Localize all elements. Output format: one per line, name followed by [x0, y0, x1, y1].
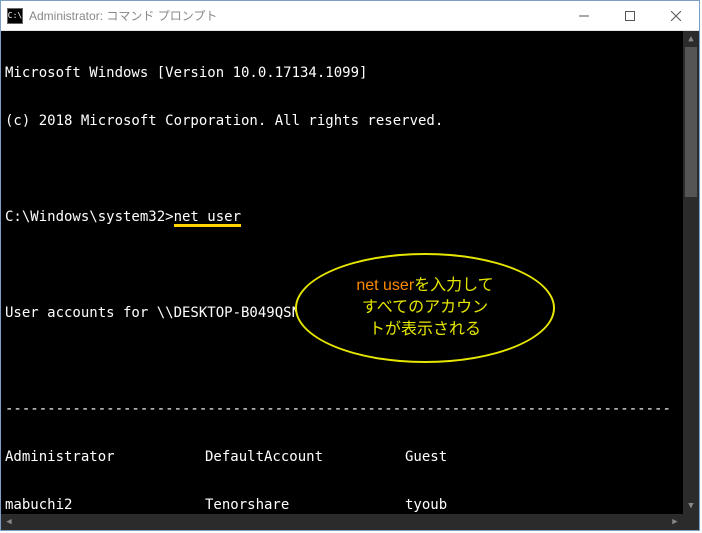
- typed-command: net user: [174, 209, 241, 225]
- close-button[interactable]: [653, 1, 699, 31]
- scroll-down-icon[interactable]: ▼: [683, 498, 699, 514]
- annotation-text: すべてのアカウン: [362, 297, 488, 319]
- scroll-up-icon[interactable]: ▲: [683, 31, 699, 47]
- annotation-line: net userを入力して: [356, 275, 493, 297]
- window-title: Administrator: コマンド プロンプト: [29, 7, 217, 24]
- scroll-left-icon[interactable]: ◀: [1, 514, 17, 530]
- cmd-window: C:\ Administrator: コマンド プロンプト Microsoft …: [0, 0, 700, 531]
- maximize-icon: [625, 11, 635, 21]
- vertical-scrollbar[interactable]: ▲ ▼: [683, 31, 699, 514]
- app-icon: C:\: [7, 8, 23, 24]
- annotation-text: を入力して: [414, 277, 494, 294]
- user-cell: DefaultAccount: [205, 449, 405, 465]
- annotation-text: トが表示される: [369, 319, 481, 341]
- prompt-path: C:\Windows\system32>: [5, 209, 174, 225]
- minimize-button[interactable]: [561, 1, 607, 31]
- user-cell: mabuchi2: [5, 497, 205, 513]
- annotation-command: net user: [356, 277, 414, 294]
- user-cell: Tenorshare: [205, 497, 405, 513]
- scroll-right-icon[interactable]: ▶: [667, 514, 683, 530]
- user-cell: Guest: [405, 449, 605, 465]
- horizontal-scrollbar[interactable]: ◀ ▶: [1, 514, 683, 530]
- close-icon: [671, 11, 681, 21]
- terminal-area[interactable]: Microsoft Windows [Version 10.0.17134.10…: [1, 31, 699, 530]
- maximize-button[interactable]: [607, 1, 653, 31]
- titlebar[interactable]: C:\ Administrator: コマンド プロンプト: [1, 1, 699, 31]
- scrollbar-corner: [683, 514, 699, 530]
- minimize-icon: [579, 11, 589, 21]
- scroll-thumb[interactable]: [685, 47, 697, 197]
- annotation-callout: net userを入力して すべてのアカウン トが表示される: [295, 221, 555, 331]
- divider-line: ----------------------------------------…: [5, 401, 695, 417]
- user-cell: Administrator: [5, 449, 205, 465]
- annotation-ellipse: net userを入力して すべてのアカウン トが表示される: [295, 253, 555, 363]
- version-line: Microsoft Windows [Version 10.0.17134.10…: [5, 65, 695, 81]
- copyright-line: (c) 2018 Microsoft Corporation. All righ…: [5, 113, 695, 129]
- user-row: AdministratorDefaultAccountGuest: [5, 449, 695, 465]
- blank-line: [5, 161, 695, 177]
- user-cell: tyoub: [405, 497, 605, 513]
- user-row: mabuchi2Tenorsharetyoub: [5, 497, 695, 513]
